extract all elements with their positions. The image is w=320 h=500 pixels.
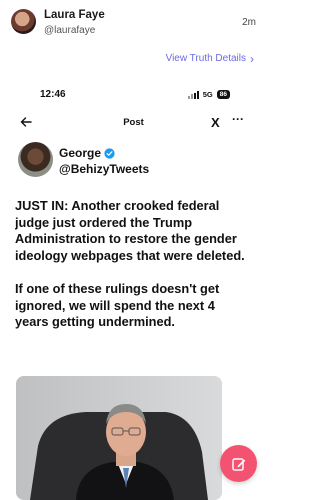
tweet-paragraph: JUST IN: Another crooked federal judge j… <box>15 198 245 263</box>
post-time: 2m <box>242 17 256 28</box>
avatar[interactable] <box>11 9 36 34</box>
author-handle[interactable]: @laurafaye <box>44 25 95 36</box>
post-header: Laura Faye @laurafaye 2m <box>0 0 267 44</box>
status-bar: 12:46 5G 86 <box>15 87 252 103</box>
tweet-author-name: George <box>59 146 102 160</box>
verified-badge-icon <box>104 147 115 159</box>
compose-icon <box>231 457 245 471</box>
status-icons: 5G 86 <box>187 90 230 99</box>
author-name[interactable]: Laura Faye <box>44 9 105 21</box>
tweet-text: JUST IN: Another crooked federal judge j… <box>15 198 245 347</box>
tweet-photo <box>16 376 222 500</box>
chevron-right-icon: › <box>250 51 254 66</box>
screenshot-nav: Post X ··· <box>15 112 252 134</box>
tweet-author-handle: @BehizyTweets <box>59 162 150 176</box>
view-truth-details-link[interactable]: View Truth Details › <box>165 51 254 66</box>
judge-photo <box>16 376 222 500</box>
x-logo-icon: X <box>211 115 220 130</box>
view-details-label: View Truth Details <box>165 53 246 64</box>
network-label: 5G <box>202 90 213 99</box>
compose-button[interactable] <box>220 445 257 482</box>
battery-icon: 86 <box>216 90 230 99</box>
tweet-paragraph: If one of these rulings doesn't get igno… <box>15 280 220 330</box>
more-icon: ··· <box>232 112 244 126</box>
tweet-author-name-row: George <box>59 146 115 160</box>
tweet-author-avatar <box>18 142 53 177</box>
signal-icon <box>187 90 199 99</box>
embedded-screenshot[interactable]: 12:46 5G 86 Post X ··· George @BehizyTwe… <box>15 80 252 500</box>
status-time: 12:46 <box>40 89 66 100</box>
